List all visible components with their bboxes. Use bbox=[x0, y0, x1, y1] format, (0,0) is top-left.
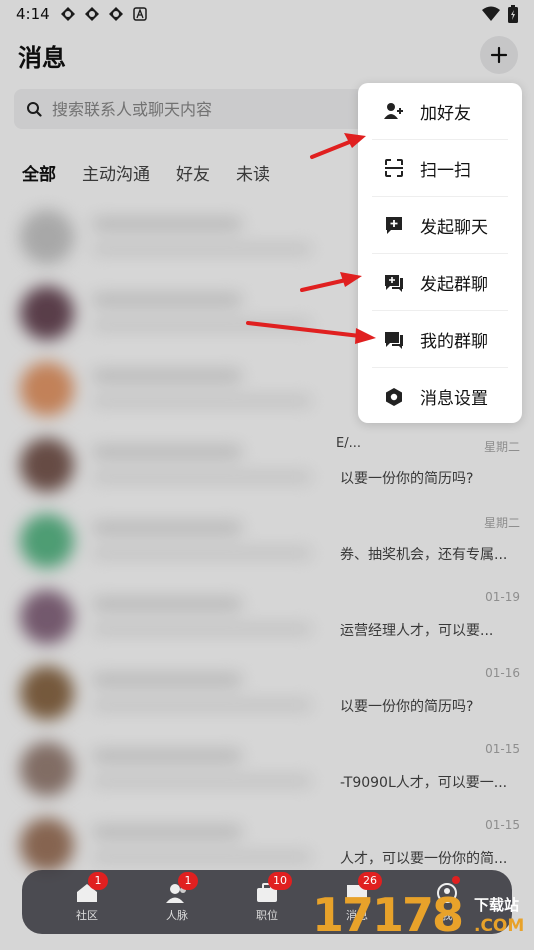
arrow-to-my-groups bbox=[246, 321, 376, 344]
arrow-to-start-group-chat bbox=[300, 272, 362, 292]
annotation-arrows bbox=[246, 133, 376, 344]
watermark-digits: 17178 bbox=[312, 888, 464, 942]
site-watermark: 17178 下载站 .COM bbox=[308, 884, 534, 950]
watermark-bottom-text: .COM bbox=[474, 916, 525, 936]
arrow-to-add-friend bbox=[310, 133, 366, 159]
watermark-top-text: 下载站 bbox=[474, 896, 520, 914]
